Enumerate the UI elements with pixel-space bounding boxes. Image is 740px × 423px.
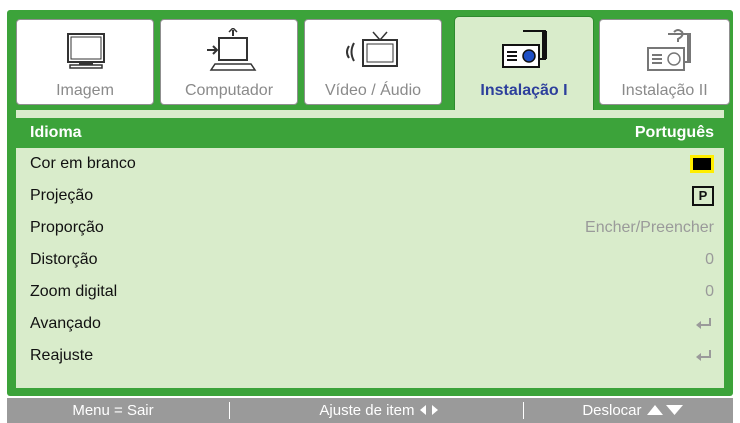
tab-label: Imagem: [56, 82, 114, 99]
menu-panel: Idioma Português Cor em branco Projeção …: [16, 110, 724, 388]
tab-video-audio[interactable]: Vídeo / Áudio: [304, 19, 442, 105]
footer-hint-bar: Menu = Sair Ajuste de item Deslocar: [7, 398, 733, 423]
tab-imagem[interactable]: Imagem: [16, 19, 154, 105]
footer-adjust-hint: Ajuste de item: [239, 398, 519, 423]
computer-icon: [207, 28, 257, 71]
footer-divider: [523, 402, 524, 419]
osd-menu: Imagem Computador Vídeo / Áudio Instalaç…: [7, 10, 733, 396]
menu-row-reajuste[interactable]: Reajuste: [16, 340, 724, 372]
tab-label: Instalação I: [480, 82, 568, 99]
row-label: Reajuste: [30, 347, 94, 364]
row-label: Idioma: [30, 124, 82, 141]
menu-row-idioma[interactable]: Idioma Português: [16, 118, 724, 148]
front-projection-icon: P: [692, 186, 714, 206]
arrow-up-down-icon: [646, 405, 683, 415]
footer-divider: [229, 402, 230, 419]
tab-bar: Imagem Computador Vídeo / Áudio Instalaç…: [7, 10, 733, 110]
row-value: 0: [705, 283, 714, 300]
row-label: Proporção: [30, 219, 104, 236]
row-label: Zoom digital: [30, 283, 118, 300]
row-label: Distorção: [30, 251, 98, 268]
tab-label: Instalação II: [621, 82, 708, 99]
menu-row-proporcao[interactable]: Proporção Encher/Preencher: [16, 212, 724, 244]
projector-icon: [502, 30, 547, 68]
row-value: Português: [634, 124, 714, 141]
enter-icon: [694, 349, 714, 363]
tab-label: Vídeo / Áudio: [324, 82, 422, 99]
tab-instalacao-i[interactable]: Instalação I: [454, 16, 594, 110]
menu-row-zoom-digital[interactable]: Zoom digital 0: [16, 276, 724, 308]
menu-row-cor-em-branco[interactable]: Cor em branco: [16, 148, 724, 180]
row-label: Projeção: [30, 187, 94, 204]
footer-move-hint: Deslocar: [533, 398, 733, 423]
footer-move-text: Deslocar: [582, 402, 642, 419]
row-label: Avançado: [30, 315, 101, 332]
arrow-left-right-icon: [419, 405, 438, 415]
monitor-icon: [67, 33, 105, 69]
footer-exit-hint: Menu = Sair: [7, 398, 219, 423]
black-swatch-icon: [690, 155, 714, 173]
menu-row-avancado[interactable]: Avançado: [16, 308, 724, 340]
row-value: Encher/Preencher: [585, 219, 714, 236]
footer-exit-text: Menu = Sair: [72, 402, 154, 419]
tab-instalacao-ii[interactable]: Instalação II: [599, 19, 730, 105]
row-label: Cor em branco: [30, 155, 136, 172]
row-value: 0: [705, 251, 714, 268]
video-audio-icon: [346, 31, 398, 67]
menu-row-projecao[interactable]: Projeção P: [16, 180, 724, 212]
projector-settings-icon: [647, 29, 691, 71]
menu-row-distorcao[interactable]: Distorção 0: [16, 244, 724, 276]
tab-computador[interactable]: Computador: [160, 19, 298, 105]
tab-label: Computador: [184, 82, 274, 99]
footer-adjust-text: Ajuste de item: [319, 402, 415, 419]
enter-icon: [694, 317, 714, 331]
